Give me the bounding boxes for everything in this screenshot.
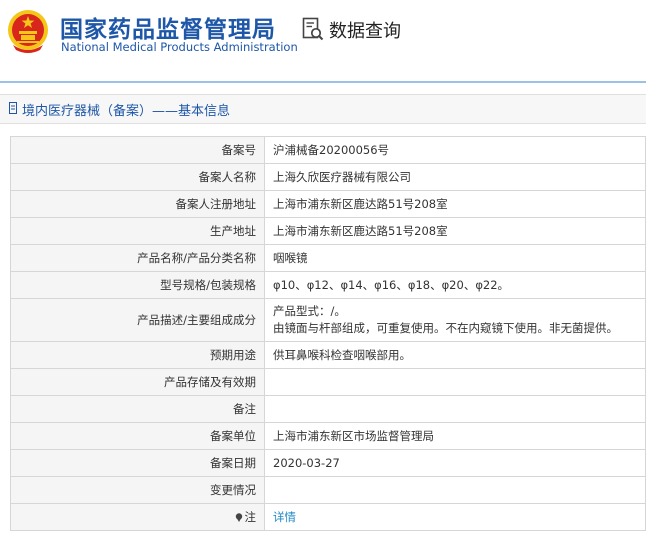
details-link[interactable]: 详情 xyxy=(273,510,296,524)
table-row: 备案人注册地址 上海市浦东新区鹿达路51号208室 xyxy=(10,190,646,218)
table-row: 产品名称/产品分类名称 咽喉镜 xyxy=(10,244,646,272)
site-logo-title: 国家药品监督管理局 xyxy=(60,17,276,43)
document-icon xyxy=(9,102,17,114)
table-row: 预期用途 供耳鼻喉科检查咽喉部用。 xyxy=(10,341,646,369)
field-value: 咽喉镜 xyxy=(264,244,646,272)
field-label: 备注 xyxy=(10,395,265,423)
field-value: 供耳鼻喉科检查咽喉部用。 xyxy=(264,341,646,369)
field-label: 注 xyxy=(10,503,265,531)
table-row: 型号规格/包装规格 φ10、φ12、φ14、φ16、φ18、φ20、φ22。 xyxy=(10,271,646,299)
table-row: 注 详情 xyxy=(10,503,646,531)
site-header: 国家药品监督管理局 National Medical Products Admi… xyxy=(0,0,646,80)
field-value: 上海久欣医疗器械有限公司 xyxy=(264,163,646,191)
data-query-link[interactable]: 数据查询 xyxy=(302,17,401,43)
table-row: 备案单位 上海市浦东新区市场监督管理局 xyxy=(10,422,646,450)
field-value-line: 产品型式：/。 xyxy=(273,304,346,318)
field-label: 备案人注册地址 xyxy=(10,190,265,218)
field-label: 备案人名称 xyxy=(10,163,265,191)
field-label: 预期用途 xyxy=(10,341,265,369)
table-row: 生产地址 上海市浦东新区鹿达路51号208室 xyxy=(10,217,646,245)
table-row: 产品存储及有效期 xyxy=(10,368,646,396)
field-value: φ10、φ12、φ14、φ16、φ18、φ20、φ22。 xyxy=(264,271,646,299)
table-row: 产品描述/主要组成成分 产品型式：/。 由镜面与杆部组成，可重复使用。不在内窥镜… xyxy=(10,298,646,342)
field-value: 详情 xyxy=(264,503,646,531)
field-value: 2020-03-27 xyxy=(264,449,646,477)
field-value-line: 由镜面与杆部组成，可重复使用。不在内窥镜下使用。非无菌提供。 xyxy=(273,321,618,335)
table-row: 备案日期 2020-03-27 xyxy=(10,449,646,477)
section-header: 境内医疗器械（备案）——基本信息 xyxy=(0,94,646,124)
data-query-label: 数据查询 xyxy=(329,21,401,42)
table-row: 备案号 沪浦械备20200056号 xyxy=(10,136,646,164)
table-row: 备注 xyxy=(10,395,646,423)
field-label: 型号规格/包装规格 xyxy=(10,271,265,299)
national-emblem-icon xyxy=(8,10,48,53)
field-value xyxy=(264,476,646,504)
field-value: 上海市浦东新区鹿达路51号208室 xyxy=(264,190,646,218)
table-row: 备案人名称 上海久欣医疗器械有限公司 xyxy=(10,163,646,191)
field-label: 产品描述/主要组成成分 xyxy=(10,298,265,342)
field-value: 上海市浦东新区市场监督管理局 xyxy=(264,422,646,450)
table-row: 变更情况 xyxy=(10,476,646,504)
field-value: 沪浦械备20200056号 xyxy=(264,136,646,164)
field-label: 产品名称/产品分类名称 xyxy=(10,244,265,272)
field-label: 备案单位 xyxy=(10,422,265,450)
field-label: 备案日期 xyxy=(10,449,265,477)
field-label: 产品存储及有效期 xyxy=(10,368,265,396)
field-label: 变更情况 xyxy=(10,476,265,504)
field-label: 生产地址 xyxy=(10,217,265,245)
site-logo-subtitle: National Medical Products Administration xyxy=(61,40,298,54)
field-value: 产品型式：/。 由镜面与杆部组成，可重复使用。不在内窥镜下使用。非无菌提供。 xyxy=(264,298,646,342)
record-detail-table: 备案号 沪浦械备20200056号 备案人名称 上海久欣医疗器械有限公司 备案人… xyxy=(10,136,646,531)
section-title: 境内医疗器械（备案）——基本信息 xyxy=(22,104,231,119)
field-value xyxy=(264,368,646,396)
field-label: 备案号 xyxy=(10,136,265,164)
note-label: 注 xyxy=(244,510,257,524)
header-divider xyxy=(0,81,646,83)
field-value: 上海市浦东新区鹿达路51号208室 xyxy=(264,217,646,245)
document-search-icon xyxy=(302,17,324,41)
field-value xyxy=(264,395,646,423)
pin-icon xyxy=(235,513,242,522)
